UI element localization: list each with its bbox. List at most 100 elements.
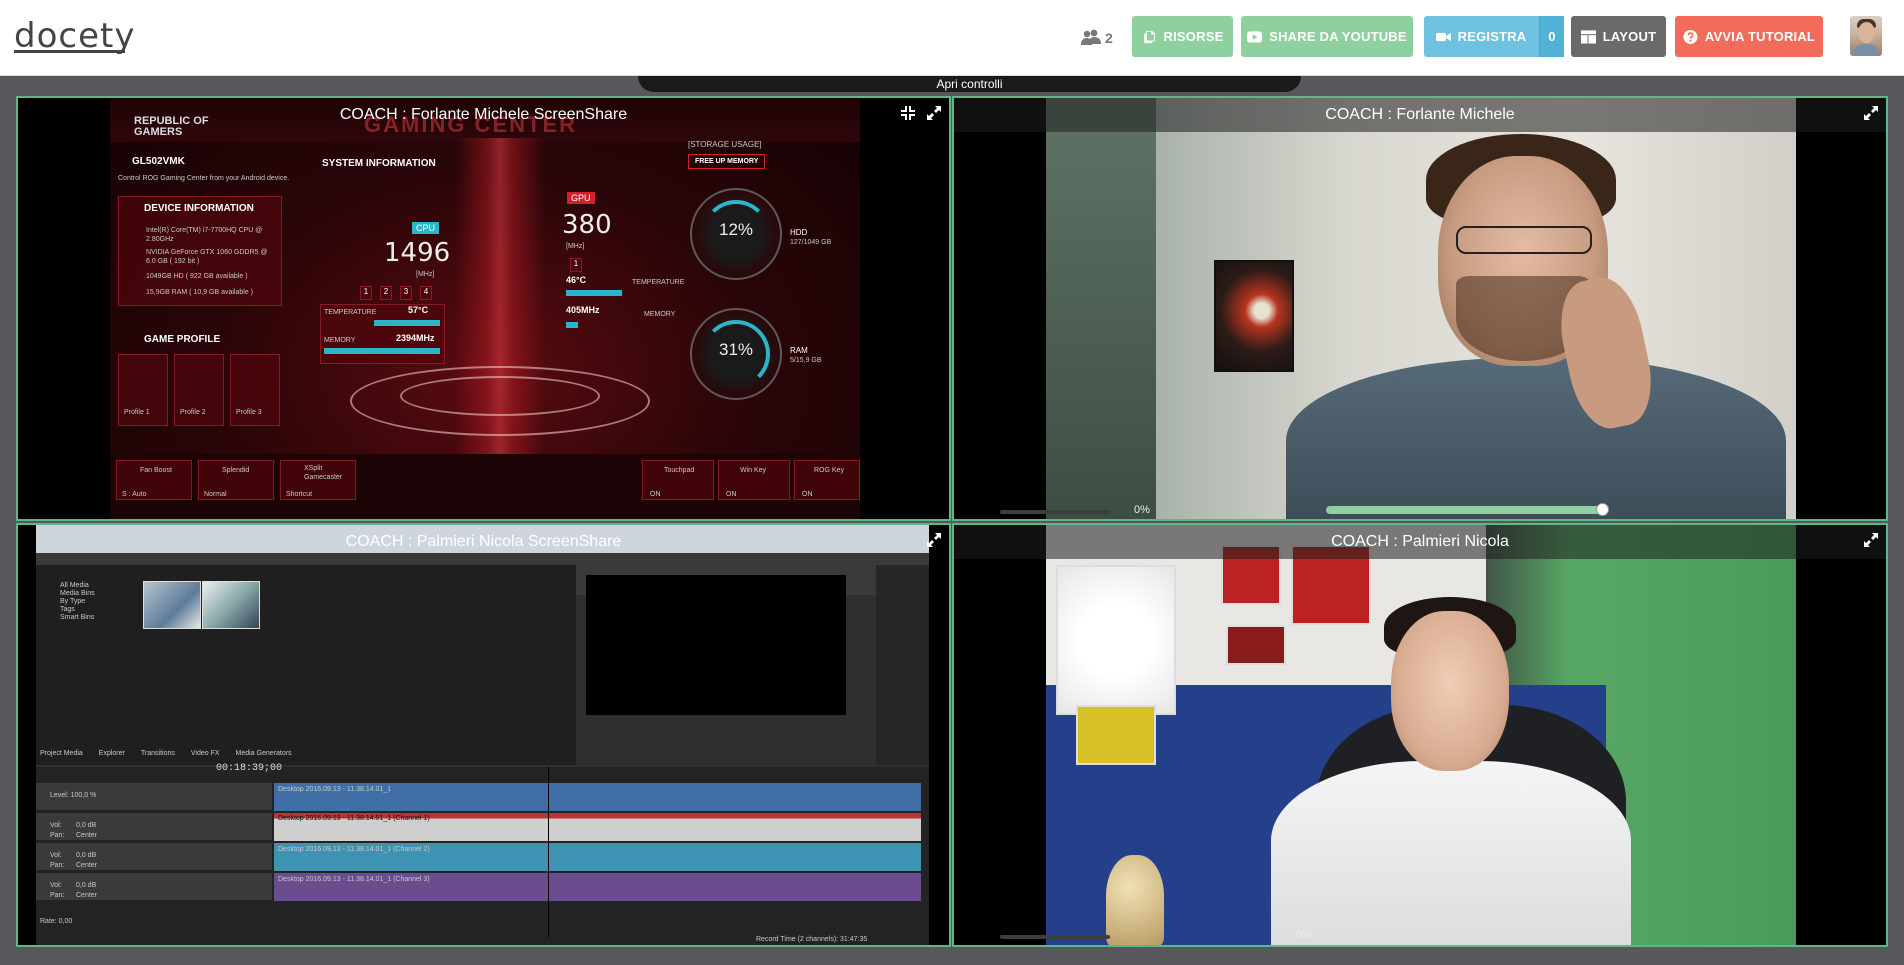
rog-gpu-mhz: 380 (562, 210, 612, 240)
vegas-tab-project-media[interactable]: Project Media (40, 749, 83, 761)
user-avatar[interactable] (1850, 16, 1882, 56)
rog-model: GL502VMK (132, 156, 185, 167)
rog-cpu-mem-label: MEMORY (324, 337, 356, 344)
video-tile-forlante-screenshare[interactable]: REPUBLIC OF GAMERS GAMING CENTER GL502VM… (16, 96, 951, 521)
video-tile-palmieri-webcam[interactable]: COACH : Palmieri Nicola 0% (952, 523, 1888, 947)
compress-icon[interactable] (901, 106, 915, 120)
rog-xsplit-value: Shortcut (286, 491, 313, 498)
participants-indicator[interactable]: 2 (1081, 26, 1113, 50)
rog-cpu-mhz-unit: [MHz] (416, 271, 435, 278)
rog-touchpad-value: ON (650, 491, 661, 498)
avvia-tutorial-label: AVVIA TUTORIAL (1704, 29, 1816, 44)
video-tile-forlante-webcam[interactable]: COACH : Forlante Michele 0% (952, 96, 1888, 521)
rog-device-info-label: DEVICE INFORMATION (144, 203, 254, 214)
vegas-pan-label-2: Pan: (50, 862, 65, 869)
rog-device-line-cpu: Intel(R) Core(TM) i7-7700HQ CPU @ 2.80GH… (146, 227, 263, 243)
person-shirt (1286, 358, 1786, 519)
expand-icon[interactable] (1864, 533, 1878, 547)
vegas-pro-screen: All Media Media Bins By Type Tags Smart … (36, 525, 929, 945)
volume-slider-knob[interactable] (1596, 503, 1609, 516)
rog-cpu-mhz: 1496 (384, 238, 451, 268)
rog-cpu-core-2: 2 (380, 286, 392, 300)
tile-title: COACH : Palmieri Nicola (954, 525, 1886, 559)
vegas-tab-explorer[interactable]: Explorer (99, 749, 125, 761)
rog-gpu-core-1: 1 (570, 258, 582, 272)
risorse-button[interactable]: RISORSE (1132, 16, 1233, 57)
video-tile-palmieri-screenshare[interactable]: All Media Media Bins By Type Tags Smart … (16, 523, 951, 947)
vegas-tab-transitions[interactable]: Transitions (141, 749, 175, 761)
registra-button[interactable]: REGISTRA 0 (1424, 16, 1564, 57)
logo-underline (14, 50, 125, 53)
rog-profile-1-label: Profile 1 (124, 409, 150, 416)
rog-profile-2-label: Profile 2 (180, 409, 206, 416)
top-bar: docety 2 RISORSE SHARE DA YOUTUBE REGIST… (0, 0, 1904, 76)
vegas-track-label-4: Desktop 2016.09.13 - 11.38.14.01_1 (Chan… (278, 876, 430, 883)
rog-ram-pct: 31% (718, 340, 754, 359)
scene-canvas-1 (1056, 565, 1176, 715)
rog-device-line-hdd: 1049GB HD ( 922 GB available ) (146, 273, 248, 280)
rog-win-key-value: ON (726, 491, 737, 498)
rog-cpu-badge: CPU (412, 222, 440, 234)
tile-controls (901, 106, 941, 120)
rog-gpu-temp: 46°C (566, 275, 587, 285)
rog-cpu-temp-bar (374, 320, 440, 326)
vegas-record-time: Record Time (2 channels): 31:47:35 (756, 936, 868, 943)
vegas-tab-media-generators[interactable]: Media Generators (236, 749, 292, 761)
rog-cpu-mem: 2394MHz (396, 333, 435, 343)
scene-canvas-4 (1226, 625, 1286, 665)
playback-progress[interactable] (1000, 935, 1110, 939)
vegas-vol-label-1: Vol: (50, 822, 62, 829)
rog-device-line-ram: 15,9GB RAM ( 10,9 GB available ) (146, 289, 253, 296)
rog-android-note: Control ROG Gaming Center from your Andr… (118, 175, 290, 182)
rog-rog-key-label: ROG Key (814, 467, 844, 474)
person-glasses (1456, 226, 1592, 254)
vegas-pan-label-3: Pan: (50, 892, 65, 899)
rog-gpu-mem-label: MEMORY (644, 311, 676, 318)
rog-free-memory-button[interactable]: FREE UP MEMORY (688, 154, 766, 169)
vegas-media-tree-smart: Smart Bins (60, 614, 95, 621)
vegas-pan-value-3: Center (76, 892, 98, 899)
registra-label: REGISTRA (1457, 29, 1527, 44)
scene-lamp (1106, 855, 1164, 945)
playback-progress[interactable] (1000, 510, 1110, 514)
rog-gpu-mem-bar (566, 322, 578, 328)
youtube-icon (1247, 30, 1263, 43)
share-youtube-label: SHARE DA YOUTUBE (1269, 29, 1407, 44)
expand-icon[interactable] (927, 106, 941, 120)
expand-icon[interactable] (1864, 106, 1878, 120)
webcam-forlante (1046, 98, 1796, 519)
tile-title: COACH : Forlante Michele ScreenShare (339, 106, 628, 123)
volume-slider[interactable] (1326, 506, 1602, 514)
avvia-tutorial-button[interactable]: AVVIA TUTORIAL (1675, 16, 1823, 57)
layout-button[interactable]: LAYOUT (1571, 16, 1666, 57)
rog-cpu-core-3: 3 (400, 286, 412, 300)
vegas-tab-video-fx[interactable]: Video FX (191, 749, 220, 761)
question-circle-icon (1683, 29, 1698, 44)
vegas-playhead[interactable] (548, 767, 549, 937)
rog-splendid-value: Normal (204, 491, 227, 498)
rog-ram-label: RAM (790, 346, 808, 355)
rog-device-line-gpu: NVIDIA GeForce GTX 1060 GDDR5 @ 6.0 GB (… (146, 249, 268, 265)
vegas-track-header-3 (36, 843, 272, 871)
tile-title: COACH : Palmieri Nicola ScreenShare (345, 533, 622, 550)
vegas-vol-value-1: 0,0 dB (76, 822, 97, 829)
share-youtube-button[interactable]: SHARE DA YOUTUBE (1241, 16, 1413, 57)
copy-icon (1143, 30, 1155, 43)
rog-hdd-pct: 12% (718, 220, 754, 239)
expand-icon[interactable] (927, 533, 941, 547)
vegas-level-label: Level: 100,0 % (50, 792, 97, 799)
scene-canvas-5 (1076, 705, 1156, 765)
tile-controls (927, 533, 941, 547)
vegas-vol-value-2: 0,0 dB (76, 852, 97, 859)
apri-controlli-tab[interactable]: Apri controlli (638, 76, 1301, 92)
vegas-pan-label-1: Pan: (50, 832, 65, 839)
vegas-track-label-3: Desktop 2016.09.13 - 11.38.14.01_1 (Chan… (278, 846, 430, 853)
rog-xsplit-label: XSplit Gamecaster (304, 465, 343, 481)
vegas-track-header-2 (36, 813, 272, 841)
tile-title: COACH : Forlante Michele (954, 98, 1886, 132)
rog-fan-boost-label: Fan Boost (140, 467, 172, 474)
rog-hdd-gauge: 12% (690, 188, 782, 280)
vegas-track-label-1: Desktop 2016.09.13 - 11.38.14.01_1 (278, 786, 392, 793)
vegas-pan-value-1: Center (76, 832, 98, 839)
rog-game-profile-label: GAME PROFILE (144, 334, 221, 345)
